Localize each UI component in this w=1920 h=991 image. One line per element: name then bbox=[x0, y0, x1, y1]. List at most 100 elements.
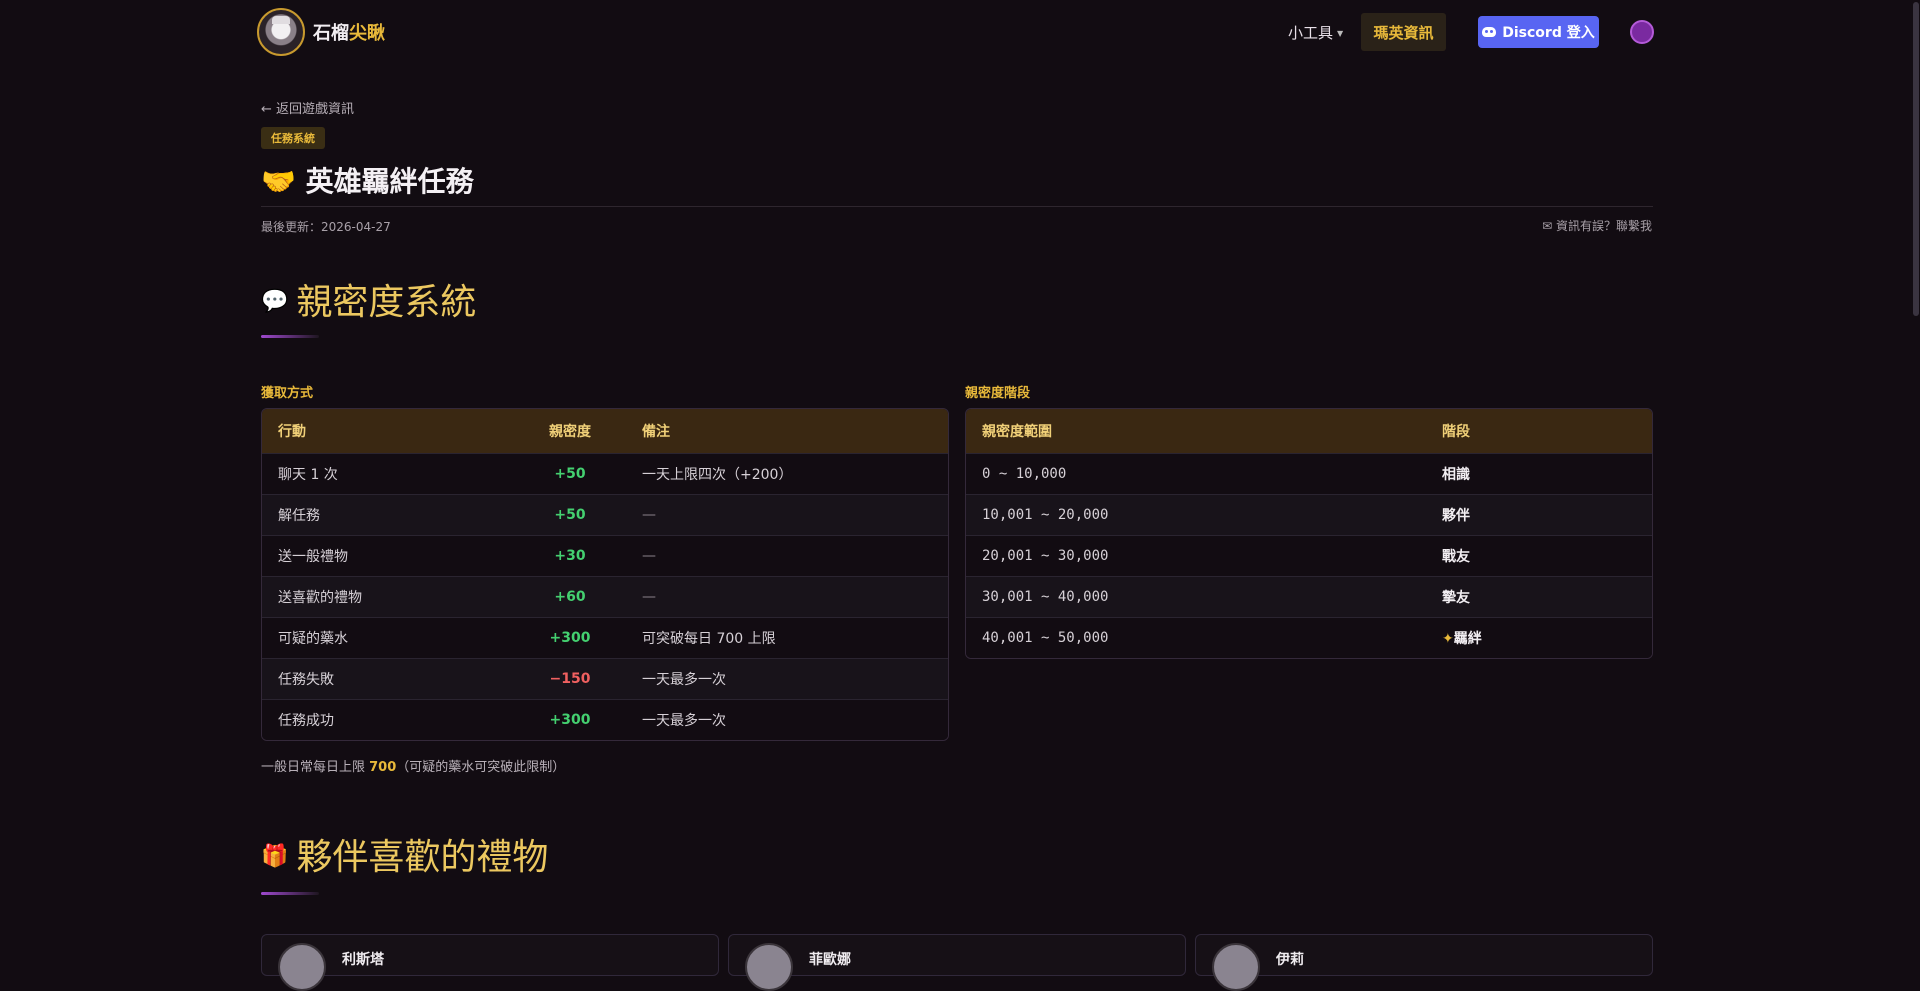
last-updated: 最後更新：2026-04-27 bbox=[261, 220, 391, 234]
section-title-gifts: 🎁 夥伴喜歡的禮物 bbox=[261, 828, 548, 880]
note-cell: 一天上限四次（+200） bbox=[642, 466, 793, 483]
daily-limit-note: 一般日常每日上限 700（可疑的藥水可突破此限制） bbox=[261, 756, 565, 775]
action-cell: 送一般禮物 bbox=[278, 548, 348, 565]
column-header: 行動 bbox=[278, 423, 306, 440]
brand-accent: 尖瞅 bbox=[349, 23, 385, 44]
note-value: 700 bbox=[369, 760, 397, 775]
stage-label: 羈絆 bbox=[1453, 630, 1482, 647]
intimacy-value-cell: +30 bbox=[554, 547, 586, 564]
section-title-text: 夥伴喜歡的禮物 bbox=[296, 837, 549, 878]
stage-label: 摯友 bbox=[1442, 589, 1470, 606]
note-cell: 一天最多一次 bbox=[642, 712, 726, 729]
action-cell: 任務失敗 bbox=[278, 671, 334, 688]
stages-table: 親密度範圍 階段 0 ~ 10,000 相識 10,001 ~ 20,000 夥伴 20… bbox=[965, 408, 1653, 659]
range-cell: 10,001 ~ 20,000 bbox=[982, 506, 1109, 523]
intimacy-value-cell: −150 bbox=[549, 670, 591, 687]
note-cell: 可突破每日 700 上限 bbox=[642, 630, 776, 647]
intimacy-value-cell: +60 bbox=[554, 588, 586, 605]
speech-bubble-icon: 💬 bbox=[261, 289, 289, 314]
companion-card[interactable]: 利斯塔 bbox=[261, 934, 719, 991]
range-cell: 40,001 ~ 50,000 bbox=[982, 629, 1109, 646]
table-row: 0 ~ 10,000 相識 bbox=[966, 453, 1652, 494]
companion-avatar bbox=[745, 943, 793, 991]
table-row: 解任務 +50 — bbox=[262, 494, 948, 535]
section-title-intimacy: 💬 親密度系統 bbox=[261, 273, 476, 325]
table-row: 可疑的藥水 +300 可突破每日 700 上限 bbox=[262, 617, 948, 658]
table-label-sources: 獲取方式 bbox=[261, 386, 314, 401]
column-header: 親密度 bbox=[549, 423, 591, 440]
section-title-text: 親密度系統 bbox=[296, 282, 477, 323]
companion-avatar bbox=[1212, 943, 1260, 991]
discord-login-button[interactable]: Discord 登入 bbox=[1478, 16, 1599, 48]
companion-name: 菲歐娜 bbox=[809, 952, 851, 968]
stage-cell: 戰友 bbox=[1426, 535, 1652, 576]
intimacy-value-cell: +50 bbox=[554, 506, 586, 523]
page-title: 🤝 英雄羈絆任務 bbox=[261, 160, 474, 200]
table-row: 40,001 ~ 50,000 ✦羈絆 bbox=[966, 617, 1652, 658]
section-underline bbox=[261, 892, 319, 895]
table-row: 10,001 ~ 20,000 夥伴 bbox=[966, 494, 1652, 535]
companion-card[interactable]: 菲歐娜 bbox=[728, 934, 1186, 991]
discord-login-label: Discord 登入 bbox=[1502, 25, 1595, 41]
star-icon: ✦ bbox=[1442, 630, 1454, 647]
note-cell: — bbox=[642, 547, 656, 564]
stage-cell: 摯友 bbox=[1426, 576, 1652, 617]
note-suffix: （可疑的藥水可突破此限制） bbox=[396, 760, 566, 775]
companion-card[interactable]: 伊莉 bbox=[1195, 934, 1653, 991]
intimacy-value-cell: +50 bbox=[554, 465, 586, 482]
action-cell: 送喜歡的禮物 bbox=[278, 589, 362, 606]
top-navbar: 石榴尖瞅 小工具 ▼ 瑪英資訊 Discord 登入 bbox=[0, 0, 1920, 64]
range-cell: 20,001 ~ 30,000 bbox=[982, 547, 1109, 564]
intimacy-value-cell: +300 bbox=[549, 711, 591, 728]
category-tag: 任務系統 bbox=[261, 127, 325, 149]
report-error-link[interactable]: ✉ 資訊有誤？聯繫我 bbox=[1542, 217, 1652, 234]
table-row: 任務成功 +300 一天最多一次 bbox=[262, 699, 948, 740]
note-cell: — bbox=[642, 506, 656, 523]
chevron-down-icon: ▼ bbox=[1337, 29, 1344, 38]
theme-toggle-avatar[interactable] bbox=[1630, 20, 1654, 44]
section-underline bbox=[261, 335, 319, 338]
table-header-row: 親密度範圍 階段 bbox=[966, 409, 1652, 453]
page-title-text: 英雄羈絆任務 bbox=[305, 165, 474, 198]
intimacy-value-cell: +300 bbox=[549, 629, 591, 646]
companion-name: 利斯塔 bbox=[342, 952, 384, 968]
scrollbar-thumb[interactable] bbox=[1913, 2, 1919, 316]
table-row: 送一般禮物 +30 — bbox=[262, 535, 948, 576]
table-row: 送喜歡的禮物 +60 — bbox=[262, 576, 948, 617]
stage-label: 相識 bbox=[1442, 466, 1470, 483]
companion-avatar bbox=[278, 943, 326, 991]
range-cell: 0 ~ 10,000 bbox=[982, 465, 1067, 482]
note-cell: — bbox=[642, 588, 656, 605]
back-link[interactable]: ← 返回遊戲資訊 bbox=[261, 98, 354, 117]
page-scrollbar[interactable] bbox=[1912, 0, 1920, 958]
site-brand[interactable]: 石榴尖瞅 bbox=[313, 19, 385, 45]
table-label-stages: 親密度階段 bbox=[965, 386, 1031, 401]
site-logo[interactable] bbox=[257, 8, 305, 56]
table-row: 聊天 1 次 +50 一天上限四次（+200） bbox=[262, 453, 948, 494]
handshake-icon: 🤝 bbox=[261, 165, 296, 198]
column-header: 階段 bbox=[1442, 423, 1470, 440]
note-prefix: 一般日常每日上限 bbox=[261, 760, 370, 775]
action-cell: 聊天 1 次 bbox=[278, 466, 338, 483]
companion-name: 伊莉 bbox=[1276, 952, 1304, 968]
tools-menu[interactable]: 小工具 ▼ bbox=[1288, 22, 1343, 43]
range-cell: 30,001 ~ 40,000 bbox=[982, 588, 1109, 605]
stage-cell: 相識 bbox=[1426, 453, 1652, 494]
tools-label: 小工具 bbox=[1288, 24, 1334, 42]
table-header-row: 行動 親密度 備注 bbox=[262, 409, 948, 453]
stage-cell: ✦羈絆 bbox=[1426, 617, 1652, 658]
action-cell: 任務成功 bbox=[278, 712, 334, 729]
stage-cell: 夥伴 bbox=[1426, 494, 1652, 535]
action-cell: 解任務 bbox=[278, 507, 320, 524]
brand-main: 石榴 bbox=[313, 23, 349, 44]
table-row: 20,001 ~ 30,000 戰友 bbox=[966, 535, 1652, 576]
divider bbox=[261, 206, 1653, 207]
sources-table: 行動 親密度 備注 聊天 1 次 +50 一天上限四次（+200） 解任務 +50— 送一… bbox=[261, 408, 949, 741]
stage-label: 夥伴 bbox=[1442, 507, 1470, 524]
nav-heroes-info[interactable]: 瑪英資訊 bbox=[1361, 13, 1446, 51]
table-row: 30,001 ~ 40,000 摯友 bbox=[966, 576, 1652, 617]
stage-label: 戰友 bbox=[1442, 548, 1470, 565]
table-row: 任務失敗 −150 一天最多一次 bbox=[262, 658, 948, 699]
column-header: 親密度範圍 bbox=[982, 423, 1052, 440]
action-cell: 可疑的藥水 bbox=[278, 630, 348, 647]
